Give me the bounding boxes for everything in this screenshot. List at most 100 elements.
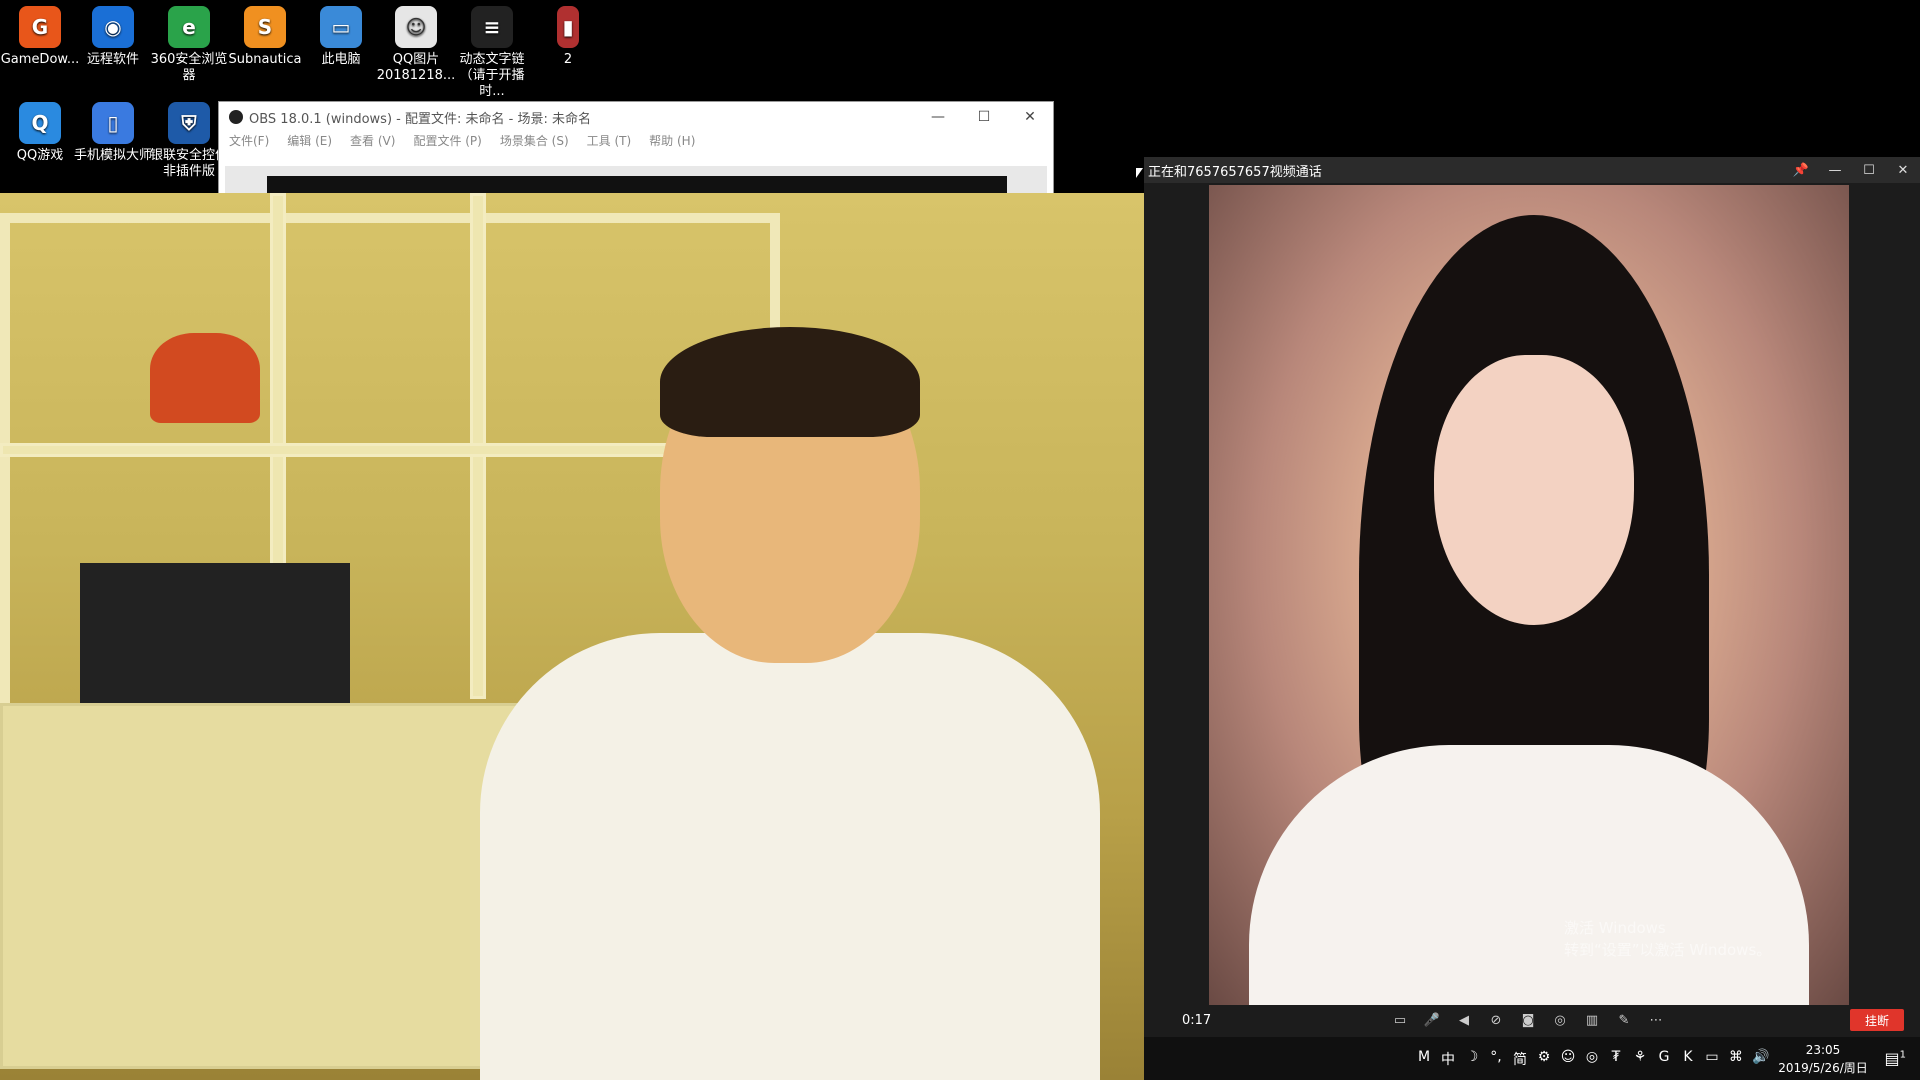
desktop-icon-label: 此电脑 — [321, 52, 361, 67]
desktop-icon-label: 手机模拟大师 — [73, 148, 152, 163]
tray-icon[interactable]: ⚘ — [1632, 1049, 1648, 1069]
bottle-icon: ▮ — [557, 6, 579, 48]
desktop-icon-2[interactable]: ▮ 2 — [528, 0, 608, 68]
chat-icon[interactable]: ▭ — [1390, 1011, 1410, 1029]
taskbar-clock[interactable]: 23:05 2019/5/26/周日 — [1773, 1041, 1873, 1077]
obs-title: OBS 18.0.1 (windows) - 配置文件: 未命名 - 场景: 未… — [249, 111, 591, 127]
call-titlebar[interactable]: 正在和7657657657视频通话 📌 — ☐ ✕ — [1144, 157, 1920, 183]
tray-icon[interactable]: ☺ — [1560, 1049, 1576, 1069]
screenshot-icon[interactable]: ◙ — [1518, 1011, 1538, 1029]
clock-date: 2019/5/26/周日 — [1778, 1061, 1868, 1075]
desktop-icon-label: 银联安全控件非插件版 — [149, 148, 228, 179]
menu-view[interactable]: 查看 (V) — [350, 132, 395, 154]
desktop-icon-label: QQ游戏 — [16, 148, 64, 163]
subnautica-icon: S — [244, 6, 286, 48]
close-button[interactable]: ✕ — [1007, 102, 1053, 132]
streamer-torso — [480, 633, 1100, 1080]
desktop-icon-qq-game[interactable]: Q QQ游戏 — [0, 96, 80, 164]
tray-icon[interactable]: 简 — [1512, 1049, 1528, 1069]
desktop-icon-label: 360安全浏览器 — [150, 52, 228, 83]
desktop-icon-remote-software[interactable]: ◉ 远程软件 — [73, 0, 153, 68]
call-timer: 0:17 — [1182, 1012, 1212, 1028]
speaker-box — [80, 563, 350, 703]
webcam-feed — [0, 193, 1183, 1080]
video-call-window[interactable]: 正在和7657657657视频通话 📌 — ☐ ✕ 激活 Windows 转到“… — [1144, 157, 1920, 1080]
obs-preview[interactable] — [225, 166, 1047, 194]
maximize-button[interactable]: ☐ — [961, 102, 1007, 132]
streamer — [480, 327, 1100, 1080]
activation-watermark: 激活 Windows 转到“设置”以激活 Windows。 — [1564, 917, 1771, 961]
phone-emulator-icon: ▯ — [92, 102, 134, 144]
tray-icon[interactable]: G — [1656, 1049, 1672, 1069]
menu-help[interactable]: 帮助 (H) — [649, 132, 695, 154]
desktop-icon-label: Subnautica — [228, 52, 302, 67]
qq-game-icon: Q — [19, 102, 61, 144]
desktop-icon-label: 远程软件 — [86, 52, 139, 67]
360-browser-icon: e — [168, 6, 210, 48]
desktop-icon-phone-emulator[interactable]: ▯ 手机模拟大师 — [73, 96, 153, 164]
call-controls: ▭ 🎤 ◀ ⊘ ◙ ◎ ▥ ✎ ⋯ — [1390, 1011, 1666, 1029]
desktop-icon-text-chain[interactable]: ≡ 动态文字链（请于开播时... — [452, 0, 532, 100]
taskbar: M 中 ☽ °, 简 ⚙ ☺ ◎ ₮ ⚘ G K ▭ ⌘ 🔊 23:05 201… — [1144, 1037, 1920, 1080]
image-file-icon: ☺ — [395, 6, 437, 48]
call-control-bar: 0:17 ▭ 🎤 ◀ ⊘ ◙ ◎ ▥ ✎ ⋯ 挂断 — [1144, 1005, 1920, 1035]
call-title: 正在和7657657657视频通话 — [1148, 164, 1322, 180]
notification-count: 1 — [1899, 1049, 1906, 1061]
notification-center-icon[interactable]: ▤1 — [1885, 1049, 1907, 1068]
volume-icon[interactable]: 🔊 — [1752, 1049, 1769, 1069]
desktop-icon-subnautica[interactable]: S Subnautica — [225, 0, 305, 68]
tray-icon[interactable]: ₮ — [1608, 1049, 1624, 1069]
tray-icon[interactable]: ⚙ — [1536, 1049, 1552, 1069]
speaker-icon[interactable]: ◀ — [1454, 1011, 1474, 1029]
desktop-icon-gamedownload[interactable]: G GameDow... — [0, 0, 80, 68]
tray-icon[interactable]: °, — [1488, 1049, 1504, 1069]
record-icon[interactable]: ◎ — [1550, 1011, 1570, 1029]
desktop-icon-unionpay[interactable]: ⛨ 银联安全控件非插件版 — [149, 96, 229, 180]
pin-button[interactable]: 📌 — [1784, 157, 1818, 183]
streamer-hair — [660, 327, 920, 437]
more-icon[interactable]: ⋯ — [1646, 1011, 1666, 1029]
unionpay-shield-icon: ⛨ — [168, 102, 210, 144]
tray-icon[interactable]: M — [1416, 1049, 1432, 1069]
tray-icon[interactable]: ▭ — [1704, 1049, 1720, 1069]
remote-video — [1209, 185, 1849, 1005]
mouse-cursor — [1136, 168, 1143, 178]
call-window-controls: 📌 — ☐ ✕ — [1784, 157, 1920, 183]
menu-edit[interactable]: 编辑 (E) — [287, 132, 332, 154]
close-button[interactable]: ✕ — [1886, 157, 1920, 183]
tray-icon[interactable]: ◎ — [1584, 1049, 1600, 1069]
desktop-icon-label: QQ图片20181218... — [376, 52, 456, 83]
edit-icon[interactable]: ✎ — [1614, 1011, 1634, 1029]
tray-icon[interactable]: ☽ — [1464, 1049, 1480, 1069]
camera-off-icon[interactable]: ⊘ — [1486, 1011, 1506, 1029]
hangup-button[interactable]: 挂断 — [1850, 1009, 1904, 1031]
remote-person-shirt — [1249, 745, 1809, 1005]
desktop-icon-360-browser[interactable]: e 360安全浏览器 — [149, 0, 229, 84]
obs-window-controls: — ☐ ✕ — [915, 102, 1053, 132]
tray-icon[interactable]: K — [1680, 1049, 1696, 1069]
this-pc-icon: ▭ — [320, 6, 362, 48]
desktop-icon-label: GameDow... — [0, 52, 80, 67]
menu-profile[interactable]: 配置文件 (P) — [413, 132, 481, 154]
menu-scene-collection[interactable]: 场景集合 (S) — [500, 132, 569, 154]
obs-logo-icon — [229, 110, 243, 124]
obs-window[interactable]: OBS 18.0.1 (windows) - 配置文件: 未命名 - 场景: 未… — [218, 101, 1054, 195]
clock-time: 23:05 — [1805, 1043, 1841, 1057]
system-tray: M 中 ☽ °, 简 ⚙ ☺ ◎ ₮ ⚘ G K ▭ ⌘ 🔊 — [1416, 1049, 1769, 1069]
microphone-icon[interactable]: 🎤 — [1422, 1011, 1442, 1029]
desktop-icon-label: 动态文字链（请于开播时... — [459, 52, 525, 99]
minimize-button[interactable]: — — [1818, 157, 1852, 183]
remote-person-face — [1434, 355, 1634, 625]
watermark-line: 激活 Windows — [1564, 919, 1666, 937]
menu-tools[interactable]: 工具 (T) — [587, 132, 632, 154]
tray-icon[interactable]: ⌘ — [1728, 1049, 1744, 1069]
desktop-icon-qq-image[interactable]: ☺ QQ图片20181218... — [376, 0, 456, 84]
tray-icon[interactable]: 中 — [1440, 1049, 1456, 1069]
layout-icon[interactable]: ▥ — [1582, 1011, 1602, 1029]
menu-file[interactable]: 文件(F) — [229, 132, 269, 154]
maximize-button[interactable]: ☐ — [1852, 157, 1886, 183]
desktop-icon-label: 2 — [563, 52, 573, 67]
minimize-button[interactable]: — — [915, 102, 961, 132]
desktop-icon-this-pc[interactable]: ▭ 此电脑 — [301, 0, 381, 68]
obs-menubar: 文件(F) 编辑 (E) 查看 (V) 配置文件 (P) 场景集合 (S) 工具… — [219, 132, 1053, 154]
